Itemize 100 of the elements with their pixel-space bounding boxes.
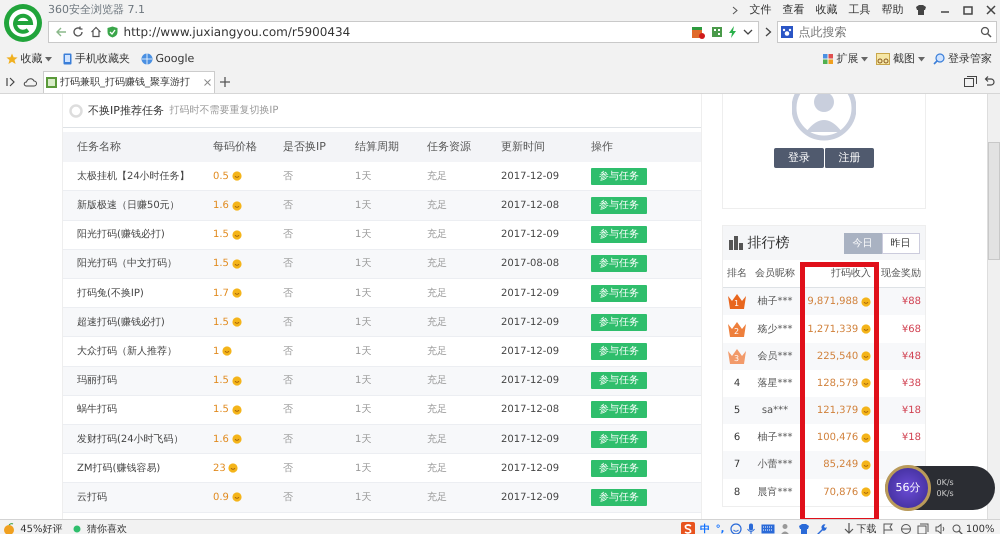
toolbar-button[interactable]: 截图 <box>893 51 915 68</box>
download-icon[interactable] <box>844 523 854 534</box>
menu-item[interactable]: 收藏 <box>815 2 838 18</box>
dropdown-icon[interactable] <box>742 28 753 36</box>
dot-icon <box>73 525 82 534</box>
bookmark-link[interactable]: 收藏 <box>20 51 42 68</box>
caret-icon[interactable] <box>45 56 52 62</box>
shirt-icon[interactable] <box>798 523 810 534</box>
column-header: 是否换IP <box>283 139 327 155</box>
table-cell-text: 2017-12-09 <box>501 170 560 184</box>
account-button[interactable]: 登录 <box>774 148 824 168</box>
table-cell-text: 充足 <box>427 316 448 330</box>
address-bar[interactable]: http://www.juxiangyou.com/r5900434 <box>48 21 760 43</box>
table-cell-text: 否 <box>283 316 294 330</box>
speaker-icon[interactable] <box>934 523 947 534</box>
toolbar-button[interactable]: 扩展 <box>836 51 858 68</box>
table-cell-text: 2017-12-09 <box>501 286 560 301</box>
menu-item[interactable]: 帮助 <box>881 2 904 18</box>
download-speed: 0K/s <box>936 488 954 500</box>
table-cell-text: 充足 <box>427 286 448 301</box>
forward-icon[interactable] <box>764 27 772 37</box>
home-icon[interactable] <box>90 26 102 38</box>
task-name: 打码兔(不换IP) <box>76 286 145 301</box>
table-cell-text: 否 <box>283 462 294 476</box>
coin-icon <box>861 378 871 388</box>
rating-text[interactable]: 45%好评 <box>20 522 62 534</box>
search-field[interactable]: 点此搜索 <box>777 21 998 43</box>
table-cell-text: 2017-12-09 <box>501 344 560 359</box>
plus-icon[interactable] <box>220 76 230 87</box>
table-cell-text: 否 <box>283 199 294 214</box>
maximize-icon[interactable] <box>962 4 974 16</box>
caret-icon[interactable] <box>861 56 868 62</box>
task-name: 新版极速（日赚50元） <box>76 198 181 214</box>
scrollbar-thumb[interactable] <box>988 142 1000 260</box>
member-name: sa*** <box>760 404 790 418</box>
coin-icon <box>232 404 242 415</box>
circle-icon <box>68 104 82 118</box>
task-name: 阳光打码(赚钱必打) <box>76 228 166 242</box>
skin-icon[interactable] <box>914 4 928 16</box>
zoom-icon[interactable] <box>952 524 964 534</box>
toolbar-button[interactable]: 登录管家 <box>948 51 992 68</box>
ranking-tab[interactable]: 昨日 <box>882 232 920 254</box>
table-cell-text: 否 <box>283 432 294 447</box>
table-cell-text: 充足 <box>427 432 448 447</box>
menu-item[interactable]: 工具 <box>848 2 870 18</box>
bookmark-link[interactable]: 手机收藏夹 <box>74 51 130 68</box>
rank-number: 6 <box>734 431 740 446</box>
reward-value: ¥38 <box>900 376 921 391</box>
caret-icon[interactable] <box>918 56 925 62</box>
sidebar-icon[interactable] <box>6 76 18 87</box>
task-name: ZM打码(赚钱容易) <box>76 462 162 476</box>
table-cell-text: 2017-08-08 <box>501 257 560 272</box>
table-cell-text: 1天 <box>355 462 372 476</box>
paw-icon[interactable] <box>781 26 794 38</box>
bookmark-link[interactable]: Google <box>156 51 194 68</box>
emoji-icon[interactable] <box>730 523 742 534</box>
account-button[interactable]: 注册 <box>824 148 874 168</box>
menu-item[interactable]: 文件 <box>749 2 772 18</box>
score-ball: 56分 <box>885 464 931 511</box>
task-price: 23 <box>213 462 226 476</box>
task-price: 1.6 <box>213 432 229 447</box>
microphone-icon[interactable] <box>747 523 756 534</box>
income-value: 121,379 <box>816 404 858 418</box>
ime-mode[interactable]: 中 <box>700 522 710 534</box>
table-cell-text: 充足 <box>427 402 448 418</box>
windows-icon[interactable] <box>964 76 977 88</box>
punctuation-mode[interactable]: °, <box>716 522 724 534</box>
globe-icon <box>140 53 153 66</box>
search-icon[interactable] <box>980 26 992 38</box>
chevron-right-icon[interactable] <box>732 6 738 14</box>
lightning-icon[interactable] <box>728 26 738 38</box>
refresh-icon[interactable] <box>72 26 84 38</box>
download-link[interactable]: 下载 <box>856 522 877 534</box>
cloud-icon[interactable] <box>23 76 37 87</box>
rank-number: 1 <box>734 298 740 310</box>
browser-tab[interactable]: 打码兼职_打码赚钱_聚享游打 <box>42 71 214 94</box>
wrench-icon[interactable] <box>815 523 828 534</box>
undo-icon[interactable] <box>982 76 994 88</box>
ime-logo-icon[interactable] <box>680 522 695 534</box>
menu-item[interactable]: 查看 <box>782 2 804 18</box>
recommend-link[interactable]: 猜你喜欢 <box>86 522 127 534</box>
table-cell-text: 充足 <box>427 198 448 214</box>
task-name: 蜗牛打码 <box>76 402 118 418</box>
table-cell-text: 否 <box>283 403 294 418</box>
qr-icon[interactable] <box>710 26 723 38</box>
coin-icon <box>861 406 871 416</box>
window-icon[interactable] <box>917 523 930 534</box>
column-header: 更新时间 <box>501 139 546 155</box>
task-name: 阳光打码（中文打码） <box>76 256 178 272</box>
task-price: 1.5 <box>213 228 229 242</box>
extensions-icon <box>822 53 834 66</box>
coin-icon <box>861 460 871 470</box>
flag-icon[interactable] <box>882 523 894 534</box>
keyboard-icon[interactable] <box>760 524 775 534</box>
member-name: 殇少*** <box>756 322 794 337</box>
table-cell-text: 1天 <box>355 199 372 214</box>
close-icon[interactable] <box>985 4 998 16</box>
task-price: 1.7 <box>213 286 229 301</box>
income-value: 100,476 <box>816 431 858 446</box>
zoom-level[interactable]: 100% <box>966 522 994 534</box>
